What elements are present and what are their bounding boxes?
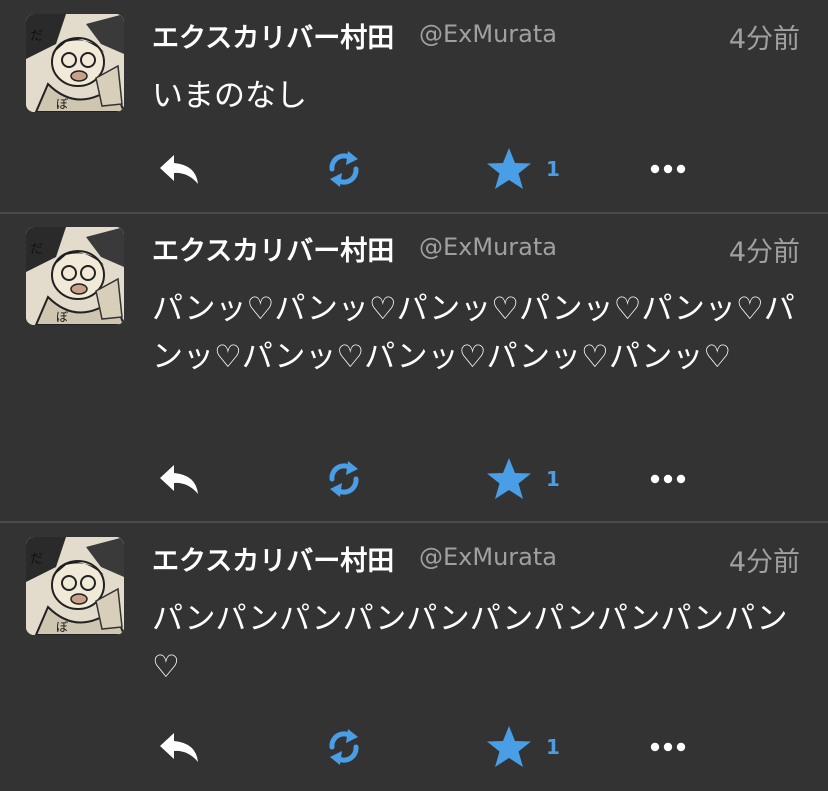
star-icon (487, 726, 531, 767)
svg-text:だ: だ (30, 552, 43, 567)
svg-text:ぼ: ぼ (56, 97, 68, 111)
tweet-text: パンパンパンパンパンパンパンパンパンパン♡ (152, 601, 788, 685)
tweet-cell[interactable]: だ ぼ エクスカリバー村田 @ExMurata 4分前 パンパンパンパンパンパン… (0, 523, 828, 791)
timestamp: 4分前 (728, 237, 800, 268)
star-icon (487, 148, 531, 189)
timestamp: 4分前 (728, 24, 800, 55)
display-name[interactable]: エクスカリバー村田 (152, 16, 394, 55)
favorite-count: 1 (546, 157, 560, 181)
tweet-actions: 1 (0, 717, 828, 777)
more-dots-icon (650, 474, 686, 484)
tweet-cell[interactable]: だ ぼ エクスカリバー村田 @ExMurata 4分前 いまのなし 1 (0, 0, 828, 213)
avatar[interactable]: だ ぼ (26, 537, 124, 635)
svg-text:だ: だ (30, 242, 43, 257)
timeline: だ ぼ エクスカリバー村田 @ExMurata 4分前 いまのなし 1 だ ぼ … (0, 0, 828, 791)
tweet-actions: 1 (0, 449, 828, 509)
more-dots-icon (650, 742, 686, 752)
favorite-count: 1 (546, 735, 560, 759)
retweet-icon (329, 729, 359, 765)
reply-button[interactable] (158, 449, 202, 509)
favorite-button[interactable]: 1 (486, 139, 560, 199)
timestamp: 4分前 (728, 547, 800, 578)
more-button[interactable] (650, 717, 686, 777)
reply-button[interactable] (158, 139, 202, 199)
display-name[interactable]: エクスカリバー村田 (152, 229, 394, 268)
more-button[interactable] (650, 139, 686, 199)
user-handle[interactable]: @ExMurata (419, 543, 557, 571)
reply-arrow-icon (160, 733, 198, 762)
retweet-icon (329, 461, 359, 497)
more-button[interactable] (650, 449, 686, 509)
avatar[interactable]: だ ぼ (26, 14, 124, 112)
retweet-button[interactable] (324, 449, 364, 509)
star-icon (487, 458, 531, 499)
tweet-text: パンッ♡パンッ♡パンッ♡パンッ♡パンッ♡パンッ♡パンッ♡パンッ♡パンッ♡パンッ♡ (152, 291, 795, 375)
svg-text:ぼ: ぼ (56, 310, 68, 324)
tweet-actions: 1 (0, 139, 828, 199)
favorite-button[interactable]: 1 (486, 717, 560, 777)
retweet-button[interactable] (324, 717, 364, 777)
svg-text:ぼ: ぼ (56, 620, 68, 634)
more-dots-icon (650, 164, 686, 174)
retweet-icon (329, 151, 359, 187)
tweet-text: いまのなし (152, 78, 307, 114)
user-handle[interactable]: @ExMurata (419, 20, 557, 48)
favorite-button[interactable]: 1 (486, 449, 560, 509)
retweet-button[interactable] (324, 139, 364, 199)
reply-arrow-icon (160, 465, 198, 494)
user-handle[interactable]: @ExMurata (419, 233, 557, 261)
avatar[interactable]: だ ぼ (26, 227, 124, 325)
reply-button[interactable] (158, 717, 202, 777)
tweet-cell[interactable]: だ ぼ エクスカリバー村田 @ExMurata 4分前 パンッ♡パンッ♡パンッ♡… (0, 213, 828, 523)
reply-arrow-icon (160, 155, 198, 184)
favorite-count: 1 (546, 467, 560, 491)
svg-text:だ: だ (30, 29, 43, 44)
display-name[interactable]: エクスカリバー村田 (152, 539, 394, 578)
